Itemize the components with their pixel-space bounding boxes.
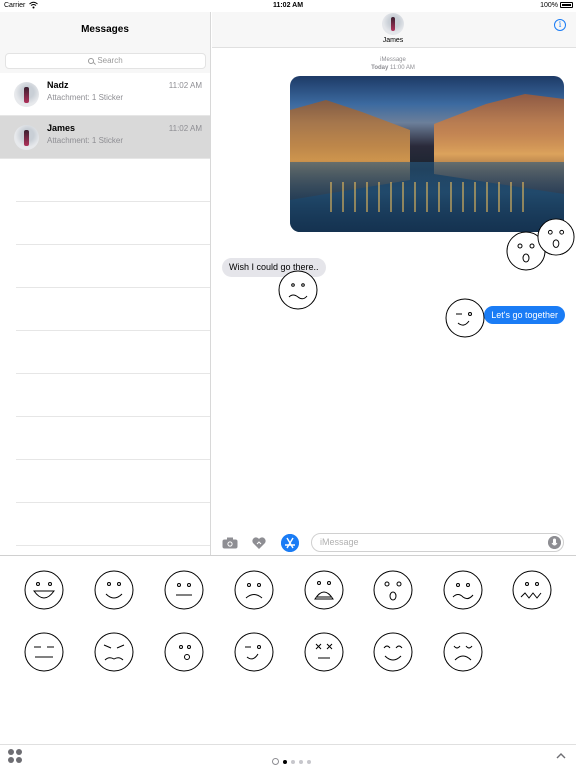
anguished-face-icon (304, 570, 344, 610)
battery-icon (560, 2, 573, 8)
empty-row (16, 288, 210, 331)
camera-icon[interactable] (222, 537, 238, 549)
sticker-small-open-mouth[interactable] (164, 632, 204, 672)
expressionless-face-icon (24, 632, 64, 672)
empty-row (16, 460, 210, 503)
sticker-winking[interactable] (234, 632, 274, 672)
sidebar-title: Messages (81, 24, 129, 35)
empty-row (16, 159, 210, 202)
avatar (14, 125, 39, 150)
date-time-label: Today 11:00 AM (371, 65, 415, 71)
shared-photo[interactable] (290, 76, 564, 232)
sticker-wavy-worried[interactable] (512, 570, 552, 610)
contact-name[interactable]: James (212, 37, 574, 44)
search-icon (88, 58, 95, 64)
annoyed-face-icon (94, 632, 134, 672)
empty-row (16, 331, 210, 374)
conversation-item-nadz[interactable]: Nadz Attachment: 1 Sticker 11:02 AM (0, 73, 210, 116)
message-input-placeholder: iMessage (320, 537, 359, 547)
digital-touch-icon[interactable] (251, 535, 267, 551)
conversation-list: Nadz Attachment: 1 Sticker 11:02 AM Jame… (0, 73, 210, 555)
empty-row (16, 245, 210, 288)
message-thread: James i iMessage Today 11:00 AM Wish I c… (212, 12, 576, 555)
sticker-expressionless[interactable] (24, 632, 64, 672)
recents-icon[interactable] (272, 758, 279, 766)
thread-timestamp: iMessage Today 11:00 AM (212, 56, 574, 72)
app-grid-icon[interactable] (8, 749, 23, 764)
service-label: iMessage (380, 57, 406, 63)
sticker-smiling[interactable] (94, 570, 134, 610)
wavy-mouth-face-icon (443, 570, 483, 610)
empty-row (16, 374, 210, 417)
chevron-up-icon[interactable] (556, 751, 566, 761)
conversation-sidebar: Messages Search Nadz Attachment: 1 Stick… (0, 12, 211, 555)
sad-closed-eyes-face-icon (443, 632, 483, 672)
wavy-mouth-sticker[interactable] (278, 270, 318, 310)
page-dot[interactable] (299, 759, 303, 764)
smiling-face-icon (94, 570, 134, 610)
sticker-wavy-mouth[interactable] (443, 570, 483, 610)
sidebar-header: Messages (0, 12, 210, 48)
thread-header: James i (212, 12, 576, 48)
empty-row (16, 503, 210, 546)
info-button[interactable]: i (554, 19, 566, 31)
sticker-anguished[interactable] (304, 570, 344, 610)
page-dot[interactable] (307, 759, 311, 764)
surprised-sticker[interactable] (537, 218, 575, 256)
sticker-laughing[interactable] (24, 570, 64, 610)
avatar (14, 82, 39, 107)
outgoing-message-bubble[interactable]: Let's go together (484, 306, 565, 324)
status-bar: Carrier 11:02 AM 100% (0, 0, 576, 12)
status-time: 11:02 AM (272, 2, 304, 9)
winking-sticker[interactable] (445, 298, 485, 338)
sticker-drawer (0, 555, 576, 744)
empty-row (16, 202, 210, 245)
conversation-preview: Attachment: 1 Sticker (47, 136, 124, 145)
conversation-name: Nadz (47, 80, 69, 90)
winking-face-icon (234, 632, 274, 672)
contact-avatar[interactable] (382, 13, 404, 35)
conversation-preview: Attachment: 1 Sticker (47, 93, 124, 102)
conversation-name: James (47, 123, 76, 133)
laughing-face-icon (24, 570, 64, 610)
search-input[interactable]: Search (5, 53, 206, 69)
neutral-face-icon (164, 570, 204, 610)
sticker-neutral[interactable] (164, 570, 204, 610)
small-open-mouth-face-icon (164, 632, 204, 672)
happy-closed-eyes-face-icon (373, 632, 413, 672)
microphone-icon[interactable] (548, 536, 561, 549)
frowning-face-icon (234, 570, 274, 610)
search-placeholder: Search (97, 56, 123, 65)
battery-percentage: 100% (540, 2, 558, 9)
page-dot[interactable] (291, 759, 295, 764)
sticker-happy-closed-eyes[interactable] (373, 632, 413, 672)
wavy-worried-face-icon (512, 570, 552, 610)
sticker-surprised[interactable] (373, 570, 413, 610)
app-store-icon[interactable] (281, 534, 299, 552)
conversation-time: 11:02 AM (168, 81, 202, 90)
empty-row (16, 417, 210, 460)
sticker-dizzy[interactable] (304, 632, 344, 672)
sticker-frowning[interactable] (234, 570, 274, 610)
page-indicator (272, 753, 315, 766)
message-input[interactable]: iMessage (311, 533, 564, 552)
surprised-face-icon (373, 570, 413, 610)
compose-bar: iMessage (212, 530, 576, 555)
conversation-item-james[interactable]: James Attachment: 1 Sticker 11:02 AM (0, 116, 210, 159)
dizzy-face-icon (304, 632, 344, 672)
app-drawer-bar (0, 744, 576, 768)
page-dot-active[interactable] (283, 759, 287, 764)
sticker-sad-closed-eyes[interactable] (443, 632, 483, 672)
conversation-time: 11:02 AM (168, 124, 202, 133)
sticker-annoyed[interactable] (94, 632, 134, 672)
